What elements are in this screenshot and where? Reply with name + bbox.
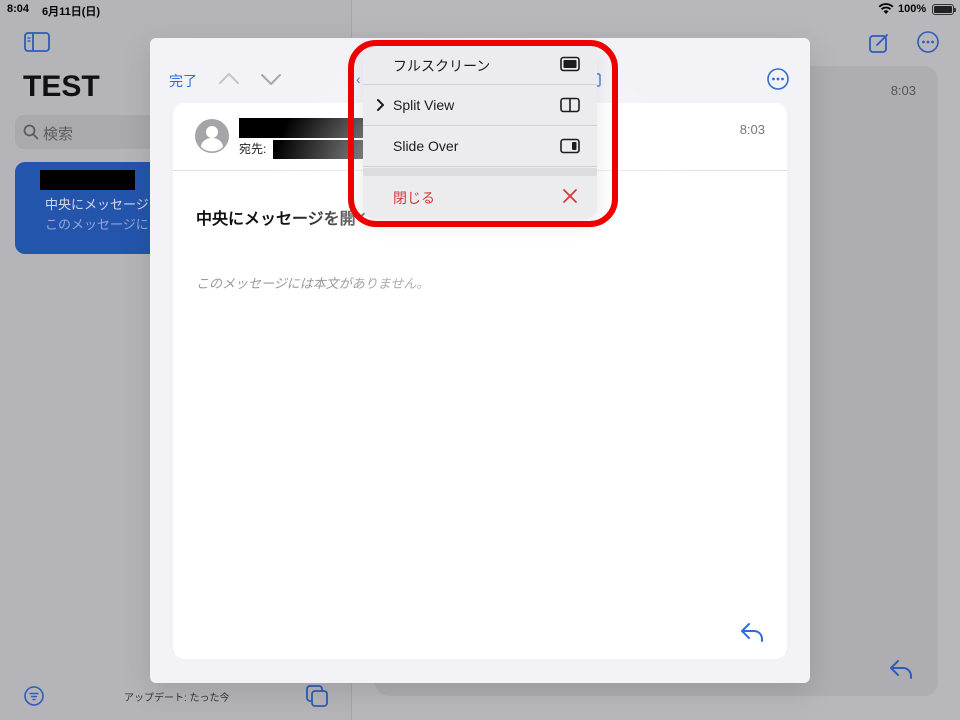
sidebar-toggle-icon[interactable]	[24, 32, 50, 52]
chevron-down-icon[interactable]	[260, 73, 282, 87]
search-icon	[23, 124, 39, 140]
menu-item-fullscreen[interactable]: フルスクリーン	[363, 44, 597, 85]
reply-icon[interactable]	[739, 621, 765, 643]
battery-icon	[932, 4, 956, 15]
menu-item-label: Split View	[393, 97, 455, 113]
sheet-more-icon[interactable]	[767, 68, 789, 90]
compose-icon[interactable]	[868, 32, 890, 54]
message-list-item[interactable]: 中央にメッセージ このメッセージに	[15, 162, 165, 254]
avatar	[195, 119, 229, 153]
back-chevron-icon[interactable]: ‹	[356, 71, 361, 87]
done-button[interactable]: 完了	[169, 71, 197, 91]
updated-status: アップデート: たった今	[124, 693, 230, 704]
battery-percent: 100%	[898, 3, 927, 15]
message-time: 8:03	[739, 122, 765, 137]
window-mode-menu: フルスクリーン Split View Slide Over 閉じる	[363, 44, 597, 218]
close-icon	[563, 189, 577, 203]
status-bar: 8:04 6月11日(日) 100%	[0, 0, 960, 20]
recipient-label: 宛先:	[239, 142, 267, 156]
message-subject: 中央にメッセージ	[45, 197, 149, 212]
message-preview: このメッセージに	[45, 217, 149, 232]
message-subject: 中央にメッセージを開く	[196, 211, 372, 228]
menu-item-slide-over[interactable]: Slide Over	[363, 126, 597, 167]
filter-icon[interactable]	[24, 686, 44, 706]
close-label: 閉じる	[393, 190, 435, 206]
background-reply-icon[interactable]	[888, 658, 914, 680]
menu-item-split-view[interactable]: Split View	[363, 85, 597, 126]
redacted-sender	[40, 170, 135, 190]
menu-separator	[363, 168, 597, 176]
background-message-time: 8:03	[890, 83, 916, 98]
menu-item-label: フルスクリーン	[393, 58, 491, 74]
redacted-recipient	[273, 140, 363, 159]
slide-over-icon	[560, 138, 580, 154]
more-options-icon[interactable]	[917, 31, 939, 53]
search-input[interactable]: 検索	[15, 115, 165, 149]
split-view-icon	[560, 97, 580, 113]
status-time: 8:04	[7, 3, 30, 15]
menu-item-close[interactable]: 閉じる	[363, 176, 597, 217]
chevron-up-icon[interactable]	[218, 71, 240, 85]
menu-item-label: Slide Over	[393, 138, 459, 154]
redacted-sender	[239, 118, 364, 138]
screen: 8:04 6月11日(日) 100% 編集 TEST 検索 中央にメ	[0, 0, 960, 720]
chevron-right-icon	[377, 99, 384, 111]
fullscreen-icon	[560, 56, 580, 72]
mailbox-stack-icon[interactable]	[305, 684, 329, 708]
wifi-icon	[878, 3, 894, 14]
status-date: 6月11日(日)	[42, 6, 101, 18]
mailbox-title: TEST	[23, 70, 100, 103]
message-body: このメッセージには本文がありません。	[196, 276, 430, 291]
search-placeholder: 検索	[43, 126, 74, 143]
